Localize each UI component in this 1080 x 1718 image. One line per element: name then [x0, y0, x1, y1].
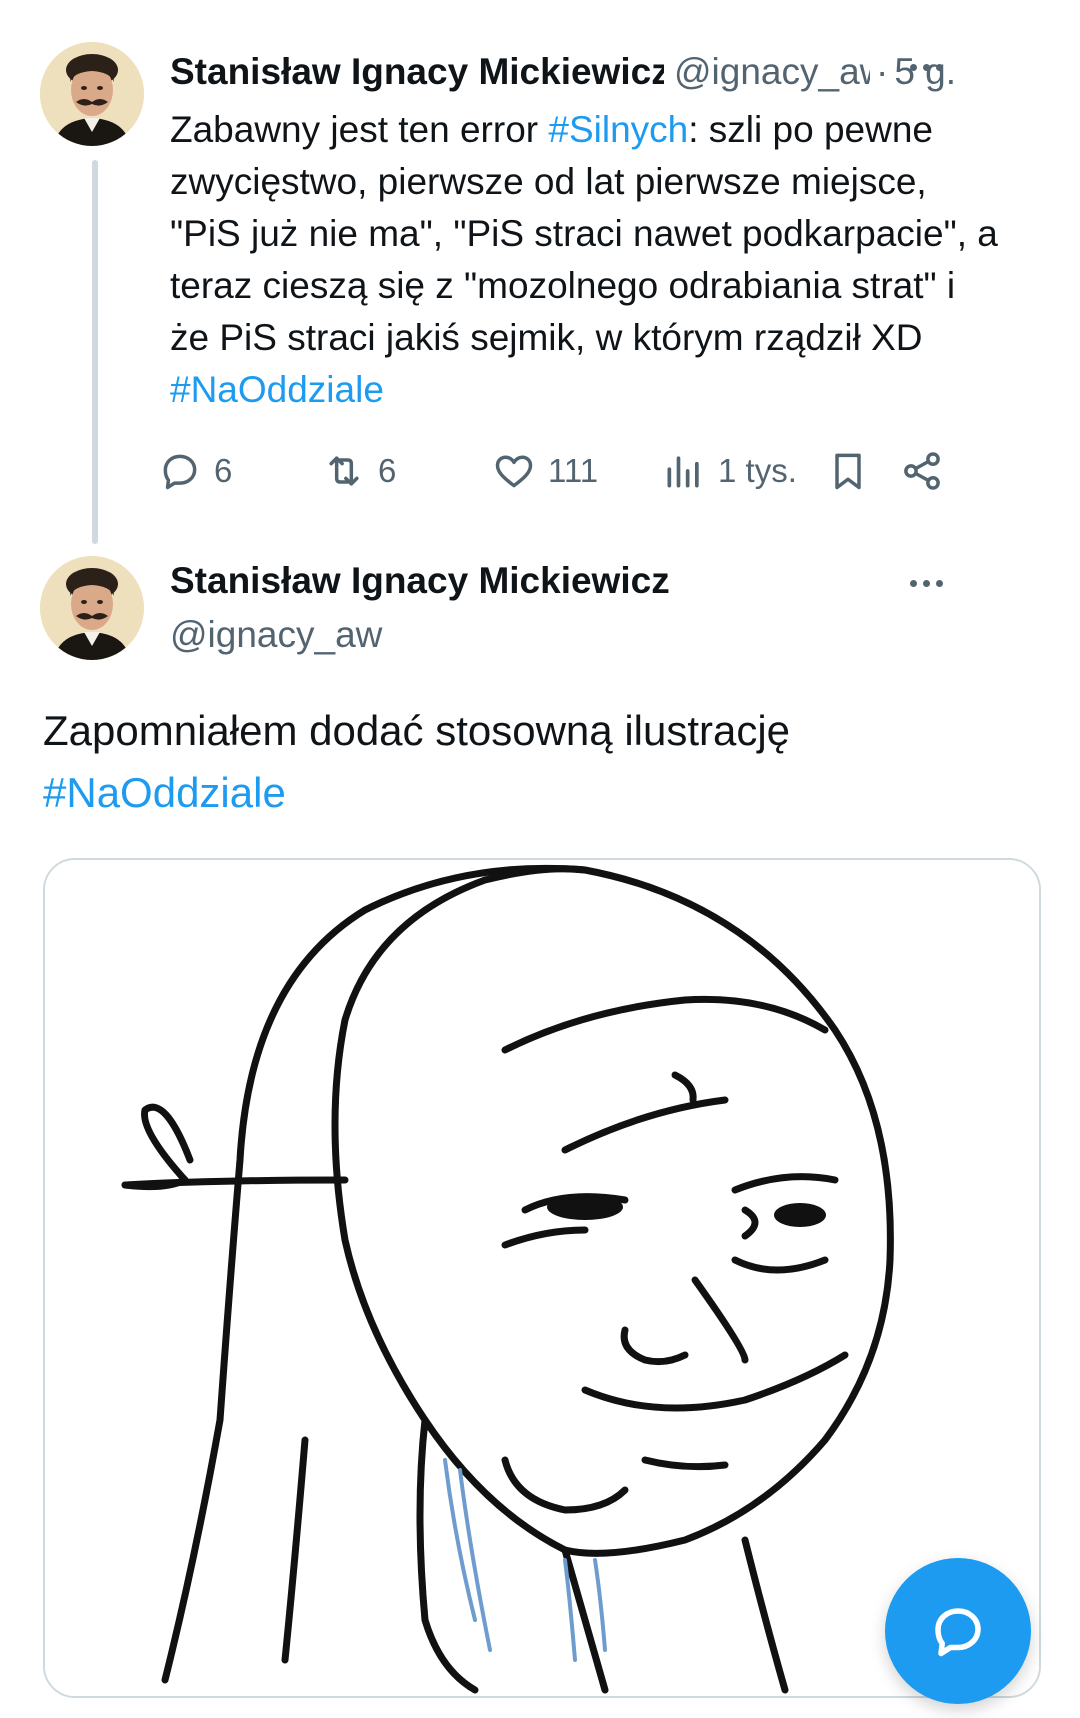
reply-count: 6 [214, 452, 233, 489]
tweet-text-line: "PiS już nie ma", "PiS straci nawet podk… [170, 213, 998, 254]
more-icon-dot [936, 64, 943, 71]
hashtag-link[interactable]: #Silnych [548, 109, 688, 150]
text-segment: Zabawny jest ten error [170, 109, 549, 150]
tweet-text: Zabawny jest ten error #Silnych: szli po… [170, 104, 1050, 416]
more-icon [910, 580, 917, 587]
tweet-header: Stanisław Ignacy Mickiewicz @ignacy_aw ·… [170, 44, 990, 100]
more-options-button[interactable] [910, 64, 943, 71]
tweet-text: Zapomniałem dodać stosowną ilustrację #N… [43, 700, 1043, 824]
compose-reply-icon [935, 1608, 981, 1657]
text-segment: : szli po pewne [688, 109, 933, 150]
tweet-text-line: że PiS straci jakiś sejmik, w którym rzą… [170, 317, 923, 358]
like-button[interactable]: 111 [492, 446, 598, 496]
author-name[interactable]: Stanisław Ignacy Mickiewicz [170, 51, 664, 93]
like-count: 111 [548, 452, 599, 489]
more-icon-dot [936, 580, 943, 587]
more-icon [910, 64, 917, 71]
avatar[interactable] [40, 42, 144, 146]
thread-connector-line [92, 160, 98, 544]
tweet-actions: 6 6 111 1 tys. [163, 446, 1040, 496]
hashtag-link[interactable]: #NaOddziale [43, 762, 1043, 824]
author-handle[interactable]: @ignacy_aw [674, 51, 870, 93]
reply-button[interactable]: 6 [158, 446, 232, 496]
share-button[interactable] [900, 446, 944, 496]
tweet-media-image[interactable] [43, 858, 1041, 1698]
bookmark-icon [835, 453, 861, 490]
avatar[interactable] [40, 556, 144, 660]
tweet-text-line: teraz cieszą się z "mozolnego odrabiania… [170, 265, 956, 306]
more-options-button[interactable] [910, 580, 943, 587]
tweet-text-line: zwycięstwo, pierwsze od lat pierwsze mie… [170, 161, 927, 202]
reply-icon [163, 454, 197, 490]
tweet-timestamp[interactable]: 5 g. [894, 51, 956, 93]
repost-icon [329, 456, 359, 486]
separator-dot: · [876, 51, 889, 92]
heart-icon [495, 455, 533, 488]
share-icon [904, 452, 940, 490]
more-icon-dot [923, 64, 930, 71]
avatar-portrait-icon [40, 42, 144, 146]
more-icon-dot [923, 580, 930, 587]
compose-reply-button[interactable] [885, 1558, 1031, 1704]
tweet-text-line: Zapomniałem dodać stosowną ilustrację [43, 707, 791, 754]
views-button[interactable]: 1 tys. [662, 446, 797, 496]
tweet-text-line: Zabawny jest ten error #Silnych: szli po… [170, 104, 1050, 156]
views-icon [667, 456, 699, 488]
meme-face-image [45, 860, 1039, 1696]
views-count: 1 tys. [718, 452, 797, 489]
bookmark-button[interactable] [826, 446, 870, 496]
repost-button[interactable]: 6 [322, 446, 396, 496]
author-handle[interactable]: @ignacy_aw [170, 614, 382, 656]
repost-count: 6 [378, 452, 397, 489]
avatar-portrait-icon [40, 556, 144, 660]
hashtag-link[interactable]: #NaOddziale [170, 364, 1050, 416]
author-name[interactable]: Stanisław Ignacy Mickiewicz [170, 560, 670, 602]
